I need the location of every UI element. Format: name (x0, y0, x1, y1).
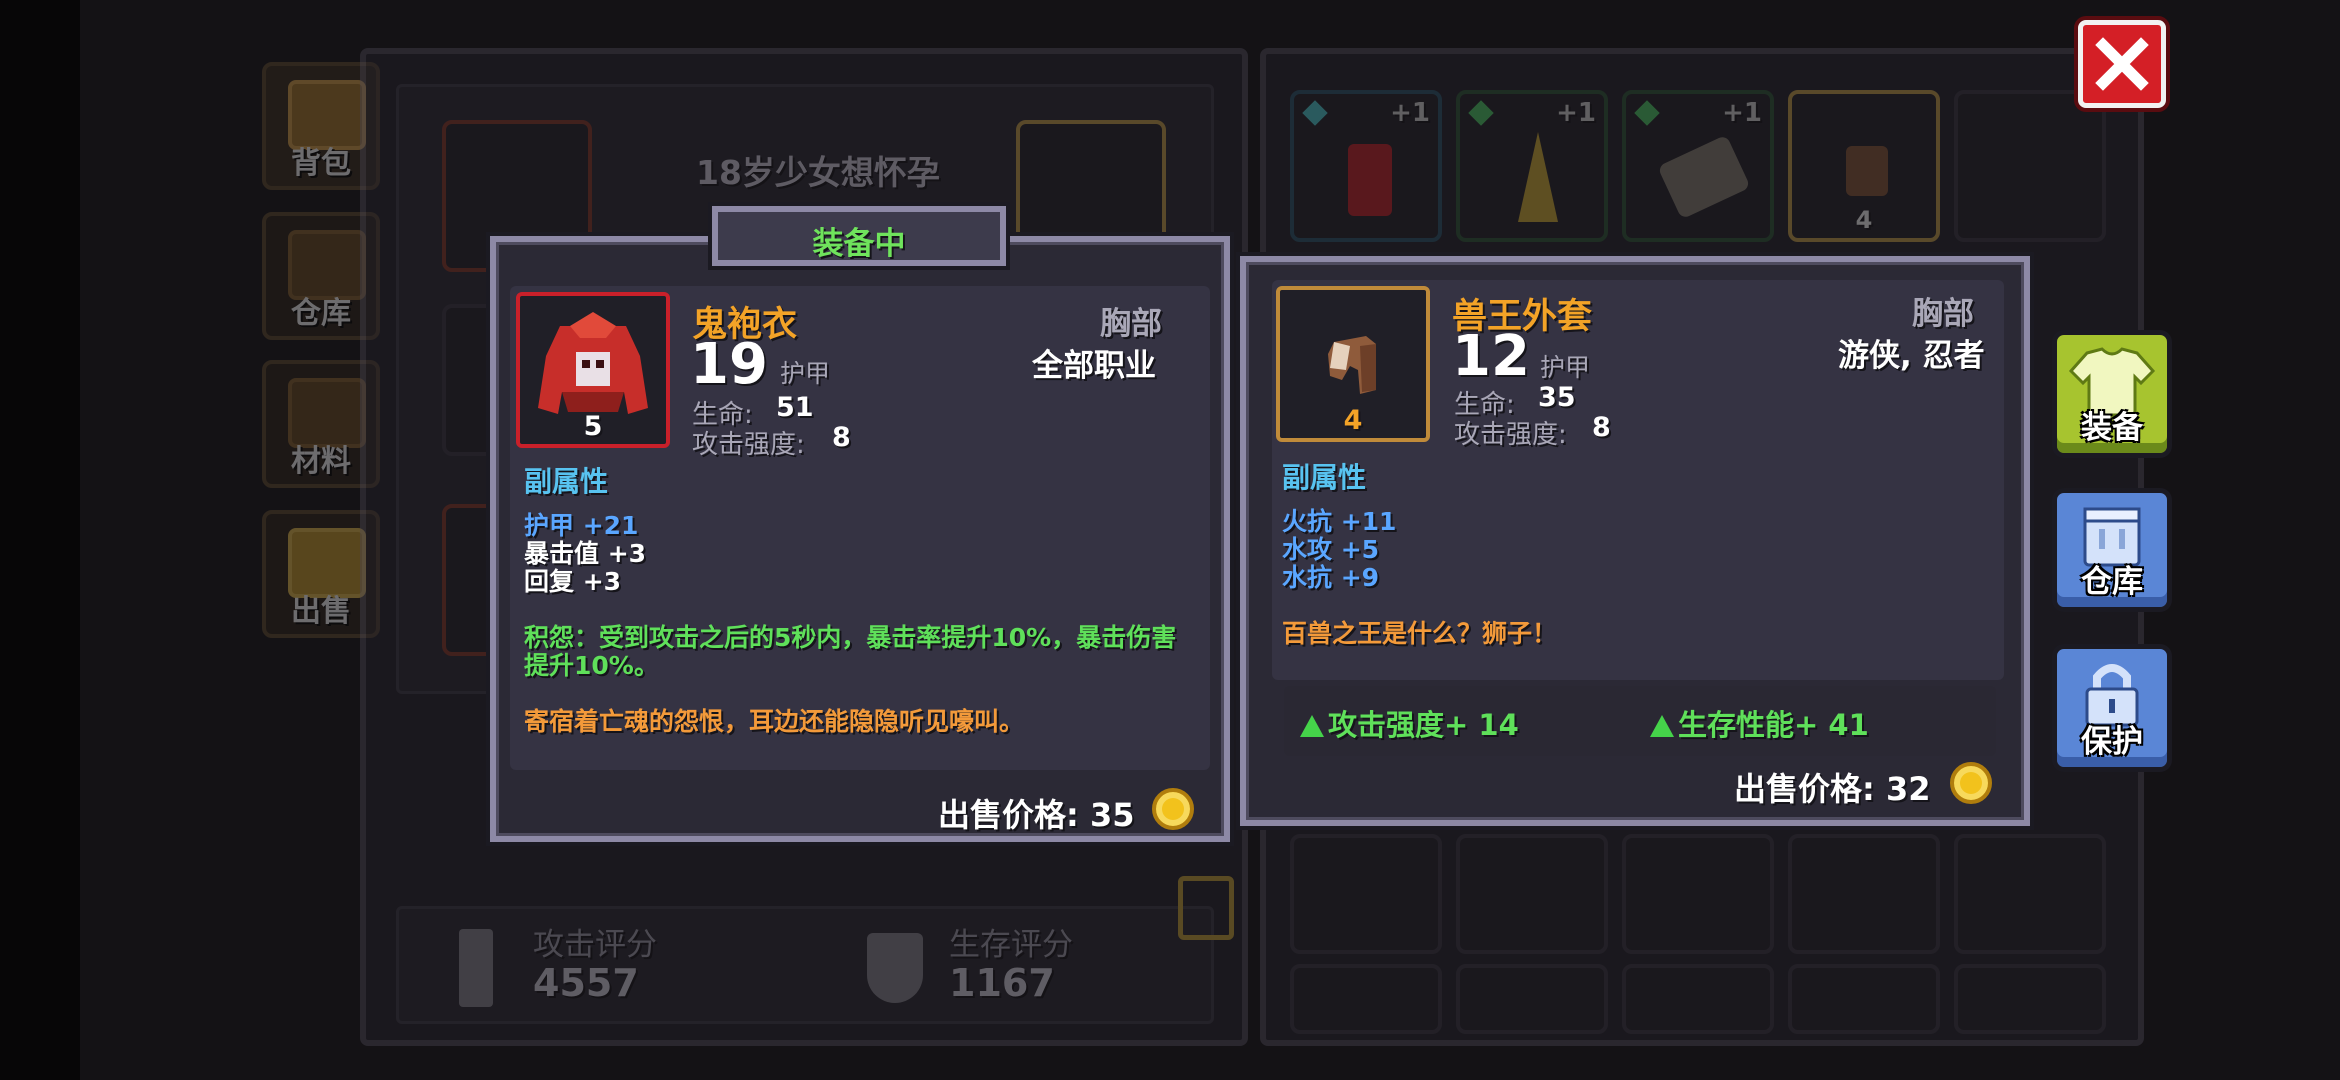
gold-coin-icon (1152, 788, 1194, 830)
score-bar: 攻击评分 4557 生存评分 1167 (396, 906, 1214, 1024)
inventory-slot-empty[interactable] (1622, 834, 1774, 954)
inventory-slot-empty[interactable] (1290, 964, 1442, 1034)
sub-attributes-title: 副属性 (1282, 461, 1367, 494)
attack-value: 8 (832, 422, 851, 453)
green-gem-icon (1634, 100, 1660, 126)
survival-score-label: 生存评分 (949, 927, 1073, 963)
character-name: 18岁少女想怀孕 (696, 153, 940, 192)
item-class: 游侠, 忍者 (1838, 338, 1985, 374)
survival-score-value: 1167 (949, 961, 1055, 1005)
close-icon (2095, 37, 2149, 91)
close-button[interactable] (2078, 20, 2166, 108)
attack-delta: 攻击强度+ 14 (1300, 702, 1519, 744)
attack-score-label: 攻击评分 (533, 927, 657, 963)
sub-attributes-title: 副属性 (524, 465, 609, 498)
inventory-slot-2[interactable]: +1 (1456, 90, 1608, 242)
item-slot: 胸部 (1912, 296, 1974, 332)
inventory-slot-empty[interactable] (1622, 964, 1774, 1034)
armor-value: 12 (1452, 324, 1530, 389)
drill-cone-icon (1518, 132, 1558, 222)
inventory-slot-empty[interactable] (1456, 834, 1608, 954)
flavor-text: 百兽之王是什么？狮子！ (1282, 619, 1558, 648)
sub-attribute: 水抗 +9 (1282, 563, 1380, 592)
equipped-header: 装备中 (712, 206, 1006, 266)
equipped-item-frame: 5 (516, 292, 670, 448)
shield-icon (867, 933, 923, 1003)
item-level: 4 (1343, 405, 1363, 436)
survival-delta: 生存性能+ 41 (1650, 702, 1869, 744)
sub-attribute: 回复 +3 (524, 567, 622, 596)
inventory-slot-3[interactable]: +1 (1622, 90, 1774, 242)
armor-value: 19 (690, 332, 768, 397)
attack-score-value: 4557 (533, 961, 639, 1005)
attack-label: 攻击强度: (1454, 420, 1567, 450)
inventory-slot-empty[interactable] (1954, 834, 2106, 954)
equip-button[interactable]: 装备 (2052, 330, 2172, 458)
sell-price: 出售价格: 32 (1734, 770, 1931, 808)
set-effect-line2: 提升10%。 (524, 651, 659, 680)
item-class: 全部职业 (1032, 348, 1156, 384)
compare-item-frame: 4 (1276, 286, 1430, 442)
inventory-slot-1[interactable]: +1 (1290, 90, 1442, 242)
green-gem-icon (1468, 100, 1494, 126)
equipped-item-dialog: 5 鬼袍衣 胸部 全部职业 19 护甲 生命: 51 攻击强度: 8 副属性 护… (490, 236, 1230, 842)
inventory-slot-empty[interactable] (1456, 964, 1608, 1034)
flavor-text: 寄宿着亡魂的怨恨，耳边还能隐隐听见嚎叫。 (524, 707, 1025, 736)
left-shadow (0, 0, 80, 1080)
armor-label: 护甲 (1540, 353, 1591, 382)
inventory-slot-empty[interactable] (1788, 834, 1940, 954)
gadget-icon (1657, 134, 1751, 220)
attack-value: 8 (1592, 412, 1611, 443)
coat-icon (1846, 146, 1888, 196)
protect-button[interactable]: 保护 (2052, 644, 2172, 772)
warehouse-button[interactable]: 仓库 (2052, 488, 2172, 612)
hp-value: 35 (1538, 382, 1576, 413)
equipped-header-label: 装备中 (812, 226, 906, 262)
fire-extinguisher-icon (1348, 144, 1392, 216)
item-level: 5 (583, 411, 603, 442)
inventory-slot-empty[interactable] (1788, 964, 1940, 1034)
item-slot: 胸部 (1100, 306, 1162, 342)
clipboard-icon[interactable] (1178, 876, 1234, 940)
inventory-slot-4[interactable]: 4 (1788, 90, 1940, 242)
hp-value: 51 (776, 392, 814, 423)
inventory-slot-empty[interactable] (1290, 834, 1442, 954)
sell-price: 出售价格: 35 (938, 796, 1135, 834)
compare-item-dialog: 4 兽王外套 胸部 游侠, 忍者 12 护甲 生命: 35 攻击强度: 8 副属… (1240, 256, 2030, 826)
up-arrow-icon (1300, 715, 1324, 737)
cyan-gem-icon (1302, 100, 1328, 126)
inventory-slot-empty[interactable] (1954, 964, 2106, 1034)
gold-coin-icon (1950, 762, 1992, 804)
up-arrow-icon (1650, 715, 1674, 737)
inventory-slot-5[interactable] (1954, 90, 2106, 242)
attack-label: 攻击强度: (692, 430, 805, 460)
armor-label: 护甲 (780, 359, 831, 388)
sword-icon (459, 929, 493, 1007)
